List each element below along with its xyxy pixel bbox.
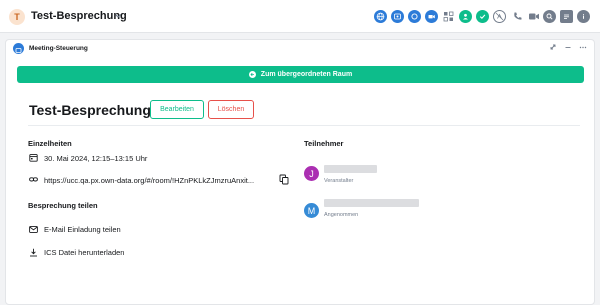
room-title[interactable]: Test-Besprechung [31, 10, 127, 22]
edit-button[interactable]: Bearbeiten [150, 100, 204, 119]
threads-icon[interactable] [560, 10, 573, 23]
copy-icon[interactable] [279, 174, 289, 185]
share-heading: Besprechung teilen [28, 201, 98, 210]
top-bar: T Test-Besprechung [0, 0, 600, 33]
grid-icon[interactable] [442, 10, 455, 23]
participant-name-redacted [324, 199, 419, 207]
phone-icon[interactable] [511, 10, 524, 23]
info-icon[interactable] [577, 10, 590, 23]
globe-icon[interactable] [374, 10, 387, 23]
calendar-icon [29, 154, 38, 162]
meeting-widget-icon [13, 43, 24, 54]
panel-title: Meeting-Steuerung [29, 45, 88, 52]
meeting-icon[interactable] [408, 10, 421, 23]
arrow-circle-icon [248, 71, 256, 78]
more-options-icon[interactable] [579, 43, 587, 53]
details-heading: Einzelheiten [28, 139, 72, 148]
participants-heading: Teilnehmer [304, 139, 344, 148]
panel-header: Meeting-Steuerung [6, 40, 594, 58]
participant-role: Veranstalter [324, 178, 354, 184]
group-icon[interactable] [459, 10, 472, 23]
minimize-icon[interactable] [564, 43, 572, 53]
share-email-link[interactable]: E-Mail Einladung teilen [44, 225, 121, 234]
download-ics-link[interactable]: ICS Datei herunterladen [44, 248, 124, 257]
link-icon [29, 177, 38, 182]
meeting-link[interactable]: https://ucc.qa.px.own-data.org/#/room/!H… [44, 176, 254, 185]
camera-icon[interactable] [527, 10, 540, 23]
room-avatar[interactable]: T [9, 9, 25, 25]
back-to-parent-room-button[interactable]: Zum übergeordneten Raum [17, 66, 584, 83]
team-icon[interactable] [391, 10, 404, 23]
search-icon[interactable] [543, 10, 556, 23]
divider [28, 125, 580, 126]
participant-name-redacted [324, 165, 377, 173]
email-icon [29, 226, 38, 233]
participant-avatar[interactable]: M [304, 203, 319, 218]
meeting-control-panel: Meeting-Steuerung Zum übergeordneten Rau… [5, 39, 595, 305]
check-circle-icon[interactable] [476, 10, 489, 23]
expand-icon[interactable] [549, 43, 557, 53]
download-icon [30, 248, 37, 257]
meeting-date-time: 30. Mai 2024, 12:15–13:15 Uhr [44, 154, 148, 163]
participant-avatar[interactable]: J [304, 166, 319, 181]
no-network-icon[interactable] [493, 10, 506, 23]
delete-button[interactable]: Löschen [208, 100, 254, 119]
meeting-title: Test-Besprechung [29, 102, 151, 118]
participant-role: Angenommen [324, 212, 359, 218]
back-to-parent-room-label: Zum übergeordneten Raum [260, 71, 353, 78]
video-icon[interactable] [425, 10, 438, 23]
chevron-down-icon[interactable] [114, 12, 122, 20]
